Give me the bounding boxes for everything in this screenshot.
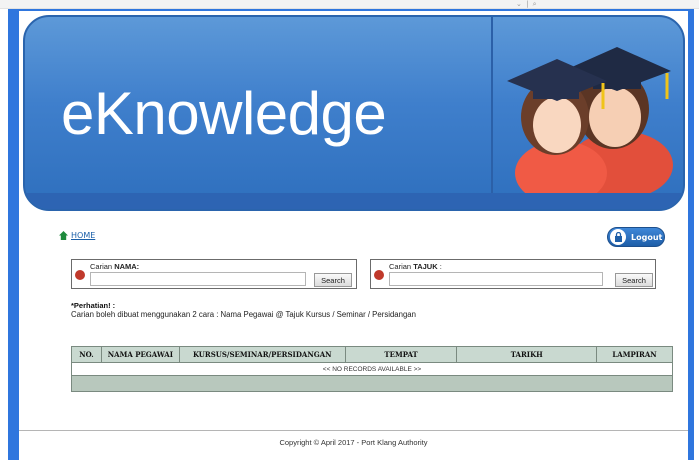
alert-icon	[75, 270, 85, 280]
logout-button[interactable]: Logout	[607, 227, 665, 247]
banner-title-panel: eKnowledge	[25, 17, 491, 209]
search-by-name-panel: Carian NAMA: Search	[71, 259, 357, 289]
banner-base-strip	[25, 193, 683, 209]
results-table: NO. NAMA PEGAWAI KURSUS/SEMINAR/PERSIDAN…	[71, 346, 673, 392]
col-no: NO.	[71, 346, 102, 363]
alert-icon	[374, 270, 384, 280]
search-name-label: Carian NAMA:	[90, 262, 140, 271]
graduates-illustration-icon	[507, 47, 673, 205]
search-topic-label: Carian TAJUK :	[389, 262, 442, 271]
col-nama-pegawai: NAMA PEGAWAI	[100, 346, 180, 363]
logout-label: Logout	[631, 232, 663, 242]
search-name-button[interactable]: Search	[314, 273, 352, 287]
footer-divider	[19, 430, 688, 431]
empty-message: << NO RECORDS AVAILABLE >>	[71, 362, 673, 376]
browser-controls[interactable]: ⌄ | ⌕	[516, 0, 538, 9]
lock-icon	[610, 229, 626, 245]
table-row: << NO RECORDS AVAILABLE >>	[71, 362, 673, 376]
home-link-label[interactable]: HOME	[71, 231, 95, 240]
search-name-input[interactable]	[90, 272, 306, 286]
page-frame: eKnowledge HOME Logout Carian NAMA: Sear…	[8, 9, 694, 460]
col-tarikh: TARIKH	[456, 346, 598, 363]
search-topic-input[interactable]	[389, 272, 603, 286]
page-content: eKnowledge HOME Logout Carian NAMA: Sear…	[19, 11, 688, 460]
footer-copyright: Copyright © April 2017 - Port Klang Auth…	[279, 438, 428, 447]
notice-text: Carian boleh dibuat menggunakan 2 cara :…	[71, 310, 416, 319]
home-link[interactable]: HOME	[59, 231, 95, 240]
app-title: eKnowledge	[61, 80, 387, 147]
col-tempat: TEMPAT	[344, 346, 458, 363]
table-header-row: NO. NAMA PEGAWAI KURSUS/SEMINAR/PERSIDAN…	[71, 346, 673, 363]
home-icon	[59, 231, 68, 240]
banner-graduates-panel	[493, 17, 683, 209]
table-footer-row	[71, 375, 673, 392]
search-topic-button[interactable]: Search	[615, 273, 653, 287]
header-banner: eKnowledge	[23, 15, 685, 211]
notice-title: *Perhatian! :	[71, 301, 116, 310]
col-kursus: KURSUS/SEMINAR/PERSIDANGAN	[178, 346, 346, 363]
search-by-topic-panel: Carian TAJUK : Search	[370, 259, 656, 289]
col-lampiran: LAMPIRAN	[596, 346, 673, 363]
browser-top-strip: ⌄ | ⌕	[0, 0, 699, 9]
